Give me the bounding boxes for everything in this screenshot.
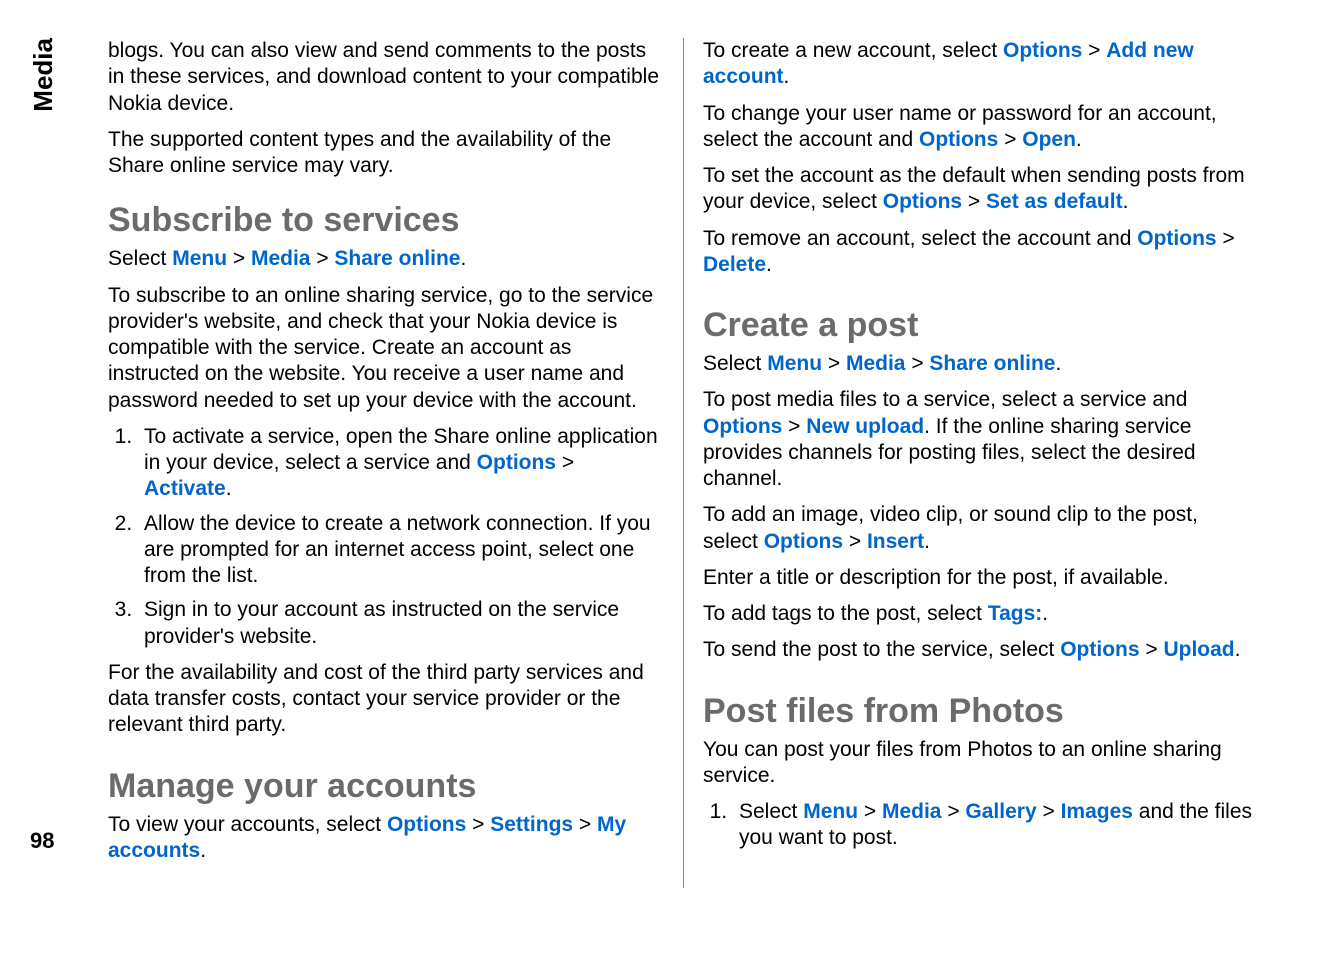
link-open[interactable]: Open	[1022, 128, 1076, 151]
link-menu[interactable]: Menu	[767, 352, 822, 375]
create-post-p4: To add tags to the post, select Tags:.	[703, 601, 1258, 627]
text: To view your accounts, select	[108, 813, 387, 836]
heading-manage-accounts: Manage your accounts	[108, 767, 663, 806]
link-options[interactable]: Options	[919, 128, 998, 151]
text: .	[1042, 602, 1048, 625]
page-number: 98	[30, 828, 54, 854]
text: To activate a service, open the Share on…	[144, 425, 658, 474]
link-options[interactable]: Options	[1003, 39, 1082, 62]
text: Select	[108, 247, 172, 270]
subscribe-breadcrumb: Select Menu > Media > Share online.	[108, 246, 663, 272]
link-share-online[interactable]: Share online	[334, 247, 460, 270]
separator: >	[227, 247, 251, 270]
text: .	[226, 477, 232, 500]
manage-paragraph-1: To view your accounts, select Options > …	[108, 812, 663, 865]
text: To remove an account, select the account…	[703, 227, 1137, 250]
create-account-paragraph: To create a new account, select Options …	[703, 38, 1258, 91]
link-options[interactable]: Options	[883, 190, 962, 213]
link-new-upload[interactable]: New upload	[806, 415, 924, 438]
separator: >	[1217, 227, 1235, 250]
create-post-p2: To add an image, video clip, or sound cl…	[703, 502, 1258, 555]
link-images[interactable]: Images	[1061, 800, 1133, 823]
list-item: Sign in to your account as instructed on…	[138, 597, 663, 650]
create-post-p5: To send the post to the service, select …	[703, 637, 1258, 663]
separator: >	[858, 800, 882, 823]
subscribe-paragraph-1: To subscribe to an online sharing servic…	[108, 283, 663, 414]
text: To send the post to the service, select	[703, 638, 1060, 661]
link-delete[interactable]: Delete	[703, 253, 766, 276]
text: .	[200, 839, 206, 862]
link-tags[interactable]: Tags:	[988, 602, 1042, 625]
list-item: To activate a service, open the Share on…	[138, 424, 663, 503]
create-post-p3: Enter a title or description for the pos…	[703, 565, 1258, 591]
text: .	[924, 530, 930, 553]
text: .	[766, 253, 772, 276]
create-post-breadcrumb: Select Menu > Media > Share online.	[703, 351, 1258, 377]
link-share-online[interactable]: Share online	[929, 352, 1055, 375]
side-section-label: Media	[28, 38, 59, 112]
intro-paragraph-2: The supported content types and the avai…	[108, 127, 663, 180]
heading-create-post: Create a post	[703, 306, 1258, 345]
remove-account-paragraph: To remove an account, select the account…	[703, 226, 1258, 279]
separator: >	[782, 415, 806, 438]
link-media[interactable]: Media	[251, 247, 311, 270]
separator: >	[998, 128, 1022, 151]
text: Select	[739, 800, 803, 823]
link-media[interactable]: Media	[882, 800, 942, 823]
link-media[interactable]: Media	[846, 352, 906, 375]
link-menu[interactable]: Menu	[803, 800, 858, 823]
text: .	[1123, 190, 1129, 213]
link-upload[interactable]: Upload	[1163, 638, 1234, 661]
separator: >	[905, 352, 929, 375]
subscribe-steps: To activate a service, open the Share on…	[108, 424, 663, 650]
link-insert[interactable]: Insert	[867, 530, 924, 553]
separator: >	[941, 800, 965, 823]
link-options[interactable]: Options	[703, 415, 782, 438]
text: .	[460, 247, 466, 270]
intro-paragraph-1: blogs. You can also view and send commen…	[108, 38, 663, 117]
list-item: Select Menu > Media > Gallery > Images a…	[733, 799, 1258, 852]
link-settings[interactable]: Settings	[490, 813, 573, 836]
link-gallery[interactable]: Gallery	[965, 800, 1036, 823]
subscribe-paragraph-2: For the availability and cost of the thi…	[108, 660, 663, 739]
heading-subscribe: Subscribe to services	[108, 201, 663, 240]
post-files-steps: Select Menu > Media > Gallery > Images a…	[703, 799, 1258, 852]
link-activate[interactable]: Activate	[144, 477, 226, 500]
separator: >	[310, 247, 334, 270]
separator: >	[556, 451, 574, 474]
link-options[interactable]: Options	[477, 451, 556, 474]
change-account-paragraph: To change your user name or password for…	[703, 101, 1258, 154]
heading-post-files: Post files from Photos	[703, 692, 1258, 731]
link-options[interactable]: Options	[1060, 638, 1139, 661]
text: To create a new account, select	[703, 39, 1003, 62]
separator: >	[573, 813, 597, 836]
separator: >	[822, 352, 846, 375]
list-item: Allow the device to create a network con…	[138, 511, 663, 590]
link-options[interactable]: Options	[387, 813, 466, 836]
text: To post media files to a service, select…	[703, 388, 1187, 411]
post-files-p1: You can post your files from Photos to a…	[703, 737, 1258, 790]
content-columns: blogs. You can also view and send commen…	[108, 38, 1258, 888]
separator: >	[843, 530, 867, 553]
create-post-p1: To post media files to a service, select…	[703, 387, 1258, 492]
text: .	[1055, 352, 1061, 375]
text: .	[1076, 128, 1082, 151]
separator: >	[1140, 638, 1164, 661]
separator: >	[466, 813, 490, 836]
separator: >	[962, 190, 986, 213]
text: Select	[703, 352, 767, 375]
text: To add tags to the post, select	[703, 602, 988, 625]
separator: >	[1082, 39, 1106, 62]
link-menu[interactable]: Menu	[172, 247, 227, 270]
link-set-as-default[interactable]: Set as default	[986, 190, 1123, 213]
text: .	[1235, 638, 1241, 661]
text: .	[784, 65, 790, 88]
link-options[interactable]: Options	[1137, 227, 1216, 250]
link-options[interactable]: Options	[764, 530, 843, 553]
default-account-paragraph: To set the account as the default when s…	[703, 163, 1258, 216]
separator: >	[1037, 800, 1061, 823]
